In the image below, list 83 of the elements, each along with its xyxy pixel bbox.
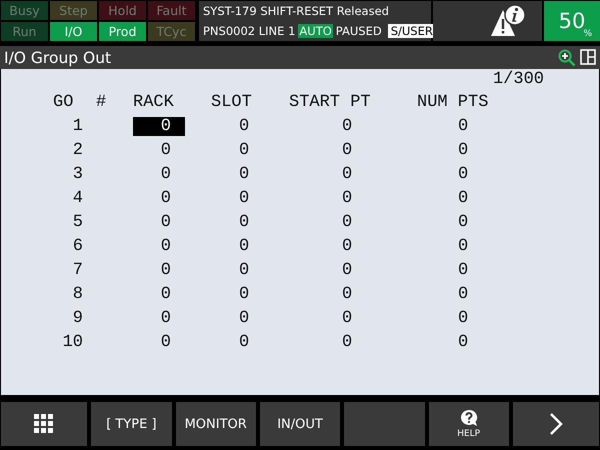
row-number: 4 [72,188,83,208]
status-lamp: Fault [148,1,195,20]
table-cell[interactable]: 0 [133,332,185,352]
chevron-right-icon [548,412,563,436]
alarm-message: SYST-179 SHIFT-RESET Released [203,4,390,18]
row-number: 7 [72,260,83,280]
warning-info-icon[interactable] [490,4,526,38]
column-header: SLOT [211,92,253,112]
table-cell[interactable]: 0 [417,164,468,184]
table-cell[interactable]: 0 [211,164,250,184]
table-cell[interactable]: 0 [133,188,185,208]
status-lamp: I/O [50,22,97,41]
status-lamp: TCyc [148,22,195,41]
table-cell[interactable]: 0 [211,212,250,232]
row-number: 2 [72,140,83,160]
table-cell[interactable]: 0 [417,188,468,208]
user-badge: S/USER [388,24,436,38]
program-state: PAUSED [336,24,382,38]
row-number: 10 [62,332,83,352]
softkey-button[interactable]: [ TYPE ] [91,402,172,446]
table-cell[interactable]: 0 [417,140,468,160]
table-cell[interactable]: 0 [289,116,352,136]
table-cell[interactable]: 0 [417,116,468,136]
table-cell[interactable]: 0 [211,332,250,352]
table-cell[interactable]: 0 [133,284,185,304]
table-cell[interactable]: 0 [289,332,352,352]
table-cell[interactable]: 0 [133,164,185,184]
table-cell[interactable]: 0 [289,164,352,184]
zoom-in-icon[interactable] [558,48,576,66]
table-cell[interactable]: 0 [289,260,352,280]
help-icon [458,409,479,427]
table-cell[interactable]: 0 [211,308,250,328]
column-header: RACK [133,92,175,112]
table-cell[interactable]: 0 [211,236,250,256]
table-cell[interactable]: 0 [417,212,468,232]
page-counter: 1/300 [492,70,544,90]
table-cell[interactable]: 0 [289,212,352,232]
status-lamp: Busy [1,1,48,20]
column-header: NUM PTS [417,92,490,112]
table-cell[interactable]: 0 [417,308,468,328]
program-name: PNS0002 LINE 1 [203,24,296,38]
mode-badge: AUTO [298,24,333,38]
table-cell[interactable]: 0 [133,212,185,232]
softkey-button[interactable]: IN/OUT [260,402,340,446]
table-cell[interactable]: 0 [417,236,468,256]
table-cell[interactable]: 0 [417,332,468,352]
table-cell[interactable]: 0 [289,236,352,256]
column-header: # [95,92,108,112]
table-cell[interactable]: 0 [133,308,185,328]
status-lamp: Step [50,1,97,20]
table-cell[interactable]: 0 [211,260,250,280]
table-cell[interactable]: 0 [417,260,468,280]
row-number: 6 [72,236,83,256]
softkey-button[interactable]: MONITOR [176,402,256,446]
table-cell[interactable]: 0 [133,260,185,280]
table-cell[interactable]: 0 [289,188,352,208]
table-cell[interactable]: 0 [289,284,352,304]
table-cell[interactable]: 0 [133,116,185,136]
row-number: 5 [72,212,83,232]
column-header: START PT [289,92,372,112]
table-cell[interactable]: 0 [417,284,468,304]
table-cell[interactable]: 0 [211,116,250,136]
column-header: GO [53,92,74,112]
status-lamp: Hold [99,1,146,20]
row-number: 3 [72,164,83,184]
status-lamp: Run [1,22,48,41]
grid-icon [34,414,54,434]
table-cell[interactable]: 0 [289,140,352,160]
layout-icon[interactable] [580,48,596,64]
table-cell[interactable]: 0 [211,140,250,160]
table-cell[interactable]: 0 [211,188,250,208]
status-lamp: Prod [99,22,146,41]
row-number: 8 [72,284,83,304]
override-display[interactable]: 50 % [544,1,600,41]
row-number: 1 [72,116,83,136]
window-title: I/O Group Out [4,48,112,66]
table-cell[interactable]: 0 [211,284,250,304]
help-button[interactable]: HELP [428,402,509,446]
table-cell[interactable]: 0 [133,236,185,256]
menu-button[interactable] [1,402,88,446]
row-number: 9 [72,308,83,328]
table-cell[interactable]: 0 [133,140,185,160]
table-cell[interactable]: 0 [289,308,352,328]
